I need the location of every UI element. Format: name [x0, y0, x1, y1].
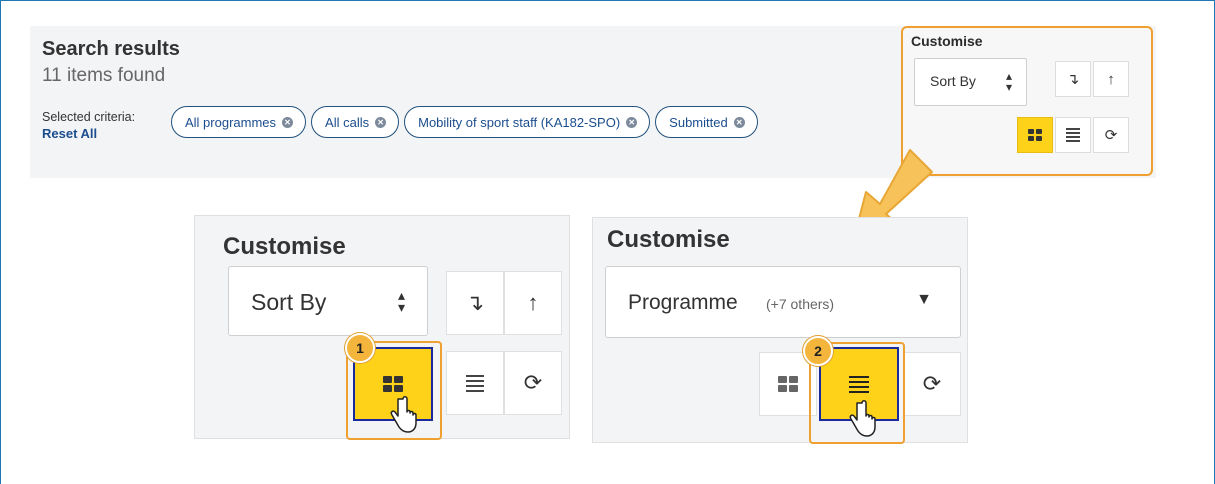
- sort-by-select[interactable]: Sort By ▴ ▾: [228, 266, 428, 336]
- sort-by-select[interactable]: Sort By ▴ ▾: [914, 58, 1027, 106]
- chip-submitted[interactable]: Submitted ✕: [655, 106, 758, 138]
- customise-title: Customise: [607, 226, 730, 253]
- select-arrows-icon: ▴ ▾: [397, 287, 405, 315]
- sort-asc-icon: ↑: [527, 290, 539, 315]
- refresh-icon: ⟳: [1104, 127, 1118, 144]
- sort-by-label: Sort By: [930, 73, 976, 89]
- sort-by-label: Sort By: [251, 289, 327, 315]
- cancel-icon[interactable]: ✕: [375, 116, 387, 128]
- criteria-chips: All programmes ✕ All calls ✕ Mobility of…: [171, 106, 758, 138]
- refresh-icon: ⟳: [922, 371, 942, 396]
- grid-view-icon: [778, 376, 798, 392]
- list-view-icon: [849, 375, 869, 393]
- step-2-badge: 2: [803, 336, 833, 366]
- cancel-icon[interactable]: ✕: [626, 116, 638, 128]
- criteria-label: Selected criteria:: [42, 110, 136, 124]
- chip-label: All programmes: [185, 114, 277, 130]
- chip-label: All calls: [325, 114, 370, 130]
- sort-descending-button[interactable]: ↴: [446, 271, 504, 335]
- list-view-icon: [466, 374, 484, 392]
- sort-by-extra: (+7 others): [766, 296, 835, 312]
- grid-view-button[interactable]: [1017, 117, 1053, 153]
- chip-all-programmes[interactable]: All programmes ✕: [171, 106, 307, 138]
- sort-descending-button[interactable]: ↴: [1055, 61, 1091, 97]
- sort-by-select[interactable]: Programme (+7 others) ▼: [605, 266, 961, 338]
- customise-title: Customise: [911, 33, 983, 49]
- sort-by-value: Programme: [628, 291, 738, 314]
- list-view-button[interactable]: [1055, 117, 1091, 153]
- chip-label: Mobility of sport staff (KA182-SPO): [418, 114, 621, 130]
- step-1-badge: 1: [345, 333, 375, 363]
- refresh-button[interactable]: ⟳: [903, 352, 961, 416]
- refresh-icon: ⟳: [523, 370, 543, 395]
- cancel-icon[interactable]: ✕: [733, 116, 745, 128]
- sort-desc-icon: ↴: [465, 290, 485, 315]
- customise-panel-list: Customise Programme (+7 others) ▼ ⟳ 2: [592, 217, 968, 444]
- grid-view-icon: [1028, 129, 1042, 141]
- sort-desc-icon: ↴: [1066, 71, 1080, 88]
- list-view-button[interactable]: [446, 351, 504, 415]
- results-title: Search results: [42, 38, 180, 60]
- chip-mobility-sport-staff[interactable]: Mobility of sport staff (KA182-SPO) ✕: [404, 106, 651, 138]
- customise-title: Customise: [223, 233, 346, 260]
- reset-all-link[interactable]: Reset All: [42, 126, 97, 141]
- sort-ascending-button[interactable]: ↑: [1093, 61, 1129, 97]
- cancel-icon[interactable]: ✕: [282, 116, 294, 128]
- refresh-button[interactable]: ⟳: [504, 351, 562, 415]
- sort-ascending-button[interactable]: ↑: [504, 271, 562, 335]
- grid-view-icon: [383, 376, 403, 392]
- chip-all-calls[interactable]: All calls ✕: [311, 106, 400, 138]
- customise-panel-grid: Customise Sort By ▴ ▾ ↴ ↑ ⟳ 1: [194, 215, 570, 440]
- hand-cursor-icon: [390, 396, 417, 433]
- sort-asc-icon: ↑: [1107, 70, 1115, 88]
- hand-cursor-icon: [849, 400, 876, 437]
- chip-label: Submitted: [669, 114, 728, 130]
- select-arrows-icon: ▴ ▾: [1005, 69, 1012, 94]
- results-count: 11 items found: [42, 65, 166, 86]
- list-view-icon: [1066, 128, 1080, 142]
- refresh-button[interactable]: ⟳: [1093, 117, 1129, 153]
- chevron-down-icon: ▼: [916, 291, 932, 308]
